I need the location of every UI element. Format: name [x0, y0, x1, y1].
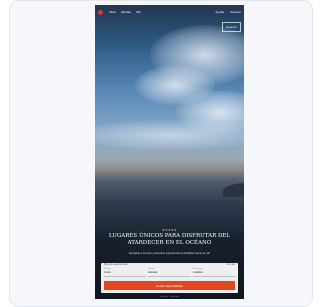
page-screenshot: Inicio Ofertas Info Ayuda Acceder Reserv… — [95, 5, 244, 299]
login-link[interactable]: Acceder — [230, 10, 241, 14]
cloud-bank — [95, 120, 244, 150]
field-value: 2 adultos — [192, 271, 203, 274]
nav-link-info[interactable]: Info — [136, 10, 141, 14]
rating-stars: ★★★★★ — [162, 228, 177, 232]
dates-field[interactable]: Fechas Entrada — [148, 268, 191, 277]
nav-actions: Ayuda Acceder — [216, 10, 241, 14]
search-availability-button[interactable]: Buscar disponibilidad — [104, 281, 235, 290]
field-label: Fechas — [148, 268, 155, 270]
booking-more-link[interactable]: Ver más — [227, 264, 235, 266]
horizon-line — [95, 177, 244, 179]
nav-links: Inicio Ofertas Info — [109, 10, 141, 14]
booking-widget: Busca tu estancia ideal Ver más Destino … — [101, 263, 238, 293]
help-link[interactable]: Ayuda — [216, 10, 224, 14]
field-label: Destino — [104, 268, 111, 270]
nav-link-home[interactable]: Inicio — [109, 10, 116, 14]
field-value: Costa — [104, 271, 111, 274]
field-value: Entrada — [148, 271, 158, 274]
destination-field[interactable]: Destino Costa — [104, 268, 147, 277]
hero-title: LUGARES ÚNICOS PARA DISFRUTAR DEL ATARDE… — [108, 233, 231, 246]
nav-link-offers[interactable]: Ofertas — [121, 10, 131, 14]
booking-header-label: Busca tu estancia ideal — [104, 264, 128, 266]
footer-text: Términos · Privacidad — [159, 296, 180, 298]
top-nav: Inicio Ofertas Info Ayuda Acceder — [95, 5, 244, 19]
hero-subtitle: Escápate a la costa y descubre experienc… — [129, 252, 210, 255]
brand-logo-icon[interactable] — [98, 9, 103, 15]
field-label: Huéspedes — [192, 268, 203, 270]
island — [223, 183, 244, 197]
guests-field[interactable]: Huéspedes 2 adultos — [192, 268, 235, 277]
booking-fields: Destino Costa Fechas Entrada Huéspedes 2… — [101, 266, 238, 277]
reserve-button[interactable]: Reservar — [222, 22, 241, 32]
